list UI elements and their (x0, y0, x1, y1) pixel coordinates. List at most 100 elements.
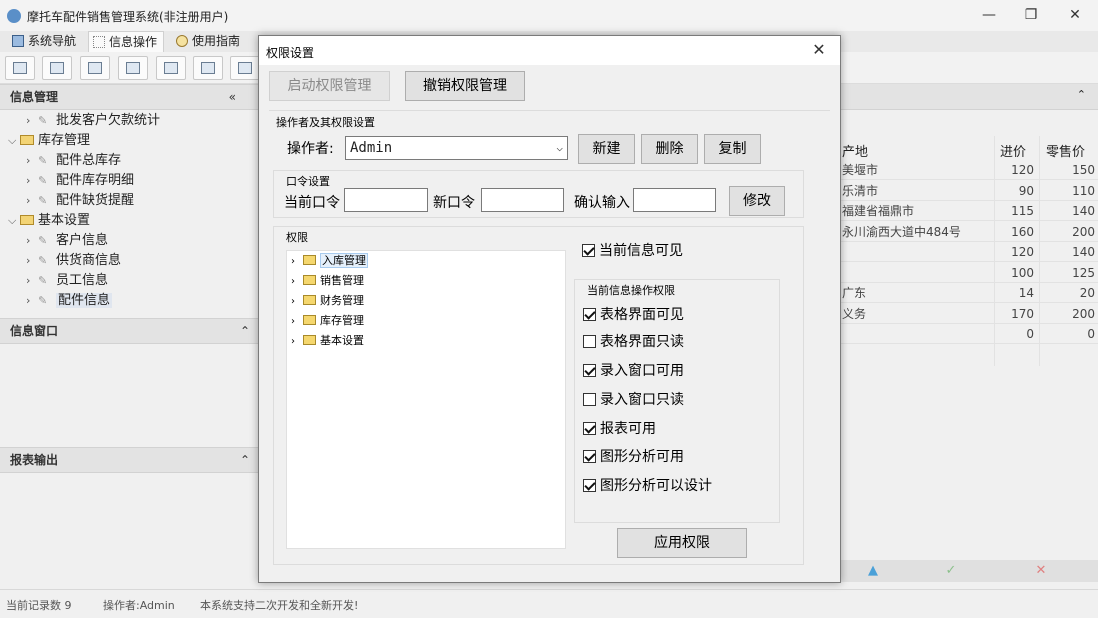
permission-tree-item[interactable]: › 基本设置 (291, 331, 364, 351)
grid-cell[interactable]: 义务 (842, 304, 992, 324)
grid-cell[interactable]: 110 (1039, 181, 1095, 201)
grid-cell[interactable] (842, 263, 992, 283)
chevron-right-icon[interactable]: › (26, 231, 38, 251)
grid-cell[interactable]: 20 (1039, 283, 1095, 303)
grid-cell[interactable]: 广东 (842, 283, 992, 303)
chevron-right-icon[interactable]: › (291, 332, 303, 352)
modify-password-button[interactable]: 修改 (729, 186, 785, 216)
grid-cell[interactable]: 140 (1039, 201, 1095, 221)
permission-tree-item[interactable]: › 入库管理 (291, 251, 368, 271)
grid-cell[interactable]: 120 (994, 160, 1034, 180)
list-icon (50, 62, 64, 74)
chevron-right-icon[interactable]: › (26, 151, 38, 171)
collapse-up-icon[interactable]: ⌃ (1077, 88, 1086, 101)
minimize-button[interactable]: — (966, 0, 1012, 31)
chevron-down-icon[interactable]: ⌵ (8, 131, 20, 151)
grid-cell[interactable]: 100 (994, 263, 1034, 283)
grid-cell[interactable]: 115 (994, 201, 1034, 221)
grid-cell[interactable]: 14 (994, 283, 1034, 303)
grid-cell[interactable]: 永川渝西大道中484号 (842, 222, 992, 242)
grid-cell[interactable]: 160 (994, 222, 1034, 242)
delete-operator-button[interactable]: 删除 (641, 134, 698, 164)
dialog-title: 权限设置 (266, 46, 315, 60)
tree-item[interactable]: › ✎ 配件信息 (26, 291, 113, 311)
tab-user-guide[interactable]: 使用指南 (172, 31, 246, 52)
tab-info-ops[interactable]: 信息操作 (88, 31, 165, 52)
tree-item[interactable]: › ✎ 配件总库存 (26, 151, 121, 171)
grid-cell[interactable] (842, 242, 992, 262)
apply-permission-button[interactable]: 应用权限 (617, 528, 747, 558)
grid-cell[interactable] (842, 324, 992, 344)
tree-item[interactable]: › ✎ 配件库存明细 (26, 171, 134, 191)
grid-cell[interactable]: 0 (994, 324, 1034, 344)
tree-item[interactable]: › ✎ 批发客户欠款统计 (26, 111, 160, 131)
grid-cell[interactable]: 120 (994, 242, 1034, 262)
chevron-right-icon[interactable]: › (26, 251, 38, 271)
window-close-button[interactable]: ✕ (1052, 0, 1098, 31)
permission-tree-item[interactable]: › 财务管理 (291, 291, 364, 311)
copy-operator-button[interactable]: 复制 (704, 134, 761, 164)
chevron-right-icon[interactable]: › (291, 312, 303, 332)
toolbar-print-button[interactable] (230, 56, 260, 80)
tree-item[interactable]: › ✎ 供货商信息 (26, 251, 121, 271)
operation-checkbox[interactable]: 表格界面可见 (583, 304, 684, 326)
chevron-right-icon[interactable]: › (291, 252, 303, 272)
revoke-permission-button[interactable]: 撤销权限管理 (405, 71, 525, 101)
operator-select[interactable]: Admin ⌵ (345, 136, 568, 160)
grid-cell[interactable]: 140 (1039, 242, 1095, 262)
enable-permission-button[interactable]: 启动权限管理 (269, 71, 390, 101)
move-up-icon[interactable]: ▲ (840, 560, 906, 582)
chevron-right-icon[interactable]: › (26, 191, 38, 211)
grid-cell[interactable]: 90 (994, 181, 1034, 201)
operation-checkbox[interactable]: 报表可用 (583, 418, 656, 440)
grid-cell[interactable]: 150 (1039, 160, 1095, 180)
tree-item[interactable]: › ✎ 员工信息 (26, 271, 108, 291)
new-operator-button[interactable]: 新建 (578, 134, 635, 164)
chevron-right-icon[interactable]: › (291, 272, 303, 292)
operation-checkbox[interactable]: 图形分析可用 (583, 446, 684, 468)
grid-cell[interactable]: 美堰市 (842, 160, 992, 180)
chevron-down-icon[interactable]: ⌵ (8, 211, 20, 231)
current-password-input[interactable] (344, 188, 428, 212)
cancel-icon[interactable]: ✕ (996, 560, 1086, 582)
toolbar-export-button[interactable] (193, 56, 223, 80)
new-password-input[interactable] (481, 188, 564, 212)
toolbar-users-button[interactable] (118, 56, 148, 80)
operation-checkbox[interactable]: 图形分析可以设计 (583, 475, 712, 497)
dialog-close-button[interactable]: ✕ (804, 38, 834, 62)
confirm-icon[interactable]: ✓ (906, 560, 996, 582)
toolbar-list-button[interactable] (42, 56, 72, 80)
operation-checkbox[interactable]: 录入窗口只读 (583, 389, 684, 411)
tree-item[interactable]: › ✎ 客户信息 (26, 231, 108, 251)
permission-tree-item[interactable]: › 销售管理 (291, 271, 364, 291)
chevron-right-icon[interactable]: › (26, 271, 38, 291)
confirm-password-input[interactable] (633, 188, 716, 212)
tree-item[interactable]: › ✎ 配件缺货提醒 (26, 191, 134, 211)
toolbar-search-button[interactable] (5, 56, 35, 80)
grid-cell[interactable]: 200 (1039, 304, 1095, 324)
operation-checkbox[interactable]: 表格界面只读 (583, 331, 684, 353)
restore-button[interactable]: ❐ (1008, 0, 1054, 31)
current-info-visible-checkbox[interactable]: 当前信息可见 (582, 240, 683, 262)
tree-folder[interactable]: ⌵ 基本设置 (8, 211, 90, 231)
permission-tree[interactable]: › 入库管理 › 销售管理 › 财务管理 › 库存管理 › 基本设置 (286, 250, 566, 549)
chevron-right-icon[interactable]: › (26, 111, 38, 131)
toolbar-preview-button[interactable] (156, 56, 186, 80)
chevron-right-icon[interactable]: › (26, 171, 38, 191)
tab-system-nav[interactable]: 系统导航 (8, 31, 82, 52)
grid-cell[interactable]: 福建省福鼎市 (842, 201, 992, 221)
permission-tree-item[interactable]: › 库存管理 (291, 311, 364, 331)
chevron-right-icon[interactable]: › (26, 291, 38, 311)
toolbar-document-button[interactable] (80, 56, 110, 80)
grid-cell[interactable]: 0 (1039, 324, 1095, 344)
grid-cell[interactable]: 乐清市 (842, 181, 992, 201)
grid-cell[interactable]: 200 (1039, 222, 1095, 242)
operation-checkbox[interactable]: 录入窗口可用 (583, 360, 684, 382)
collapse-left-icon[interactable]: « (229, 85, 236, 109)
collapse-up-icon[interactable]: ⌃ (240, 319, 250, 343)
tree-folder[interactable]: ⌵ 库存管理 (8, 131, 90, 151)
grid-cell[interactable]: 170 (994, 304, 1034, 324)
grid-cell[interactable]: 125 (1039, 263, 1095, 283)
collapse-up-icon[interactable]: ⌃ (240, 448, 250, 472)
chevron-right-icon[interactable]: › (291, 292, 303, 312)
